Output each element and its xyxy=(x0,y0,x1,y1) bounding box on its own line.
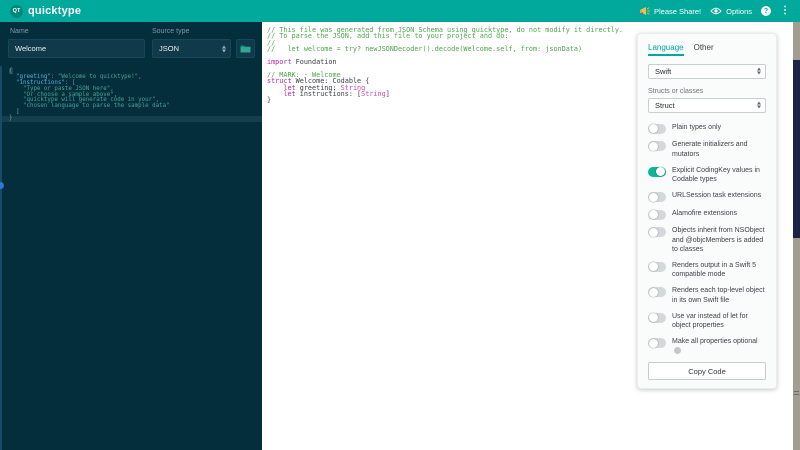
toggle-label: Explicit CodingKey values in Codable typ… xyxy=(672,166,760,184)
json-editor[interactable]: { "greeting": "Welcome to quicktype!", "… xyxy=(0,67,262,450)
toggle-row[interactable]: URLSession task extensions xyxy=(648,191,766,203)
toggle-label: Alamofire extensions xyxy=(672,209,737,217)
toggle-knob xyxy=(649,287,658,297)
page-scrollbar[interactable] xyxy=(793,22,800,450)
toggle-row[interactable]: Explicit CodingKey values in Codable typ… xyxy=(648,166,766,185)
toggle-row[interactable]: Generate initializers and mutators xyxy=(648,140,766,159)
source-panel: Name Source type JSON { "greeting": "Wel… xyxy=(0,22,262,450)
copy-code-button[interactable]: Copy Code xyxy=(648,362,766,380)
megaphone-icon xyxy=(640,7,650,16)
toggle-knob xyxy=(649,210,658,220)
name-label: Name xyxy=(10,28,29,35)
json-line: } xyxy=(0,115,262,123)
share-label: Please Share! xyxy=(654,6,702,16)
toggle-row[interactable]: Plain types only xyxy=(648,123,766,134)
toggle-label: Objects inherit from NSObject and @objcM… xyxy=(672,227,765,254)
language-value: Swift xyxy=(655,66,672,76)
scrollbar-thumb[interactable] xyxy=(793,60,800,238)
toggle-label: Generate initializers and mutators xyxy=(672,141,748,158)
toggle-row[interactable]: Make all properties optional xyxy=(648,337,766,356)
eye-icon xyxy=(710,7,722,15)
toggle-knob xyxy=(649,227,658,237)
toggle-knob xyxy=(649,124,658,134)
name-field[interactable] xyxy=(8,39,145,58)
toggle-label: Renders each top-level object in its own… xyxy=(672,287,765,304)
toggle-switch[interactable] xyxy=(648,192,666,203)
toggle-switch[interactable] xyxy=(648,227,666,238)
toggle-row[interactable]: Renders output in a Swift 5 compatible m… xyxy=(648,261,766,280)
code-token: instructions: [ xyxy=(295,89,362,98)
toggle-switch[interactable] xyxy=(648,209,666,220)
source-type-label: Source type xyxy=(152,28,190,35)
toggle-switch[interactable] xyxy=(648,123,666,134)
scrollbar-tick xyxy=(794,394,799,395)
toggle-knob xyxy=(649,313,658,323)
toggle-switch[interactable] xyxy=(648,287,666,298)
code-token: String xyxy=(361,89,386,98)
folder-icon xyxy=(240,45,251,53)
toggle-label: Make all properties optional xyxy=(672,337,766,356)
toggle-row[interactable]: Alamofire extensions xyxy=(648,209,766,220)
option-toggle-list: Plain types only Generate initializers an… xyxy=(648,123,766,363)
toggle-switch[interactable] xyxy=(648,166,666,177)
toggle-switch[interactable] xyxy=(648,312,666,323)
header-bar: QT quicktype Please Share! Options ? ⋮ xyxy=(0,0,800,22)
toggle-knob xyxy=(649,262,658,272)
code-token: "chosen language to parse the sample dat… xyxy=(22,103,170,110)
options-label: Options xyxy=(726,6,752,16)
toggle-row[interactable]: Renders each top-level object in its own… xyxy=(648,286,766,305)
toggle-label: Use var instead of let for object proper… xyxy=(672,312,748,330)
toggle-switch[interactable] xyxy=(648,338,666,349)
code-token: } xyxy=(267,96,272,105)
options-tabs: Language Other xyxy=(648,43,766,56)
header-actions: Please Share! Options ? ⋮ xyxy=(639,6,790,16)
open-file-button[interactable] xyxy=(236,39,255,58)
source-type-value: JSON xyxy=(159,44,180,53)
toggle-knob xyxy=(649,192,658,202)
toggle-row[interactable]: Use var instead of let for object proper… xyxy=(648,312,766,331)
code-token: Foundation xyxy=(291,57,337,66)
source-type-select[interactable]: JSON xyxy=(152,39,231,58)
info-icon[interactable] xyxy=(674,346,681,354)
tab-other[interactable]: Other xyxy=(694,43,714,56)
toggle-knob xyxy=(649,141,658,151)
app-title: quicktype xyxy=(28,5,82,17)
toggle-label: Renders output in a Swift 5 compatible m… xyxy=(672,261,757,279)
options-button[interactable]: Options xyxy=(710,7,752,16)
code-token: // To parse the JSON, add this file to y… xyxy=(267,32,509,41)
quicktype-logo-icon[interactable]: QT xyxy=(10,4,23,18)
code-token: ] xyxy=(385,89,390,98)
code-token: let xyxy=(283,89,296,98)
code-token: } xyxy=(9,115,13,122)
structs-or-classes-label: Structs or classes xyxy=(648,87,704,95)
select-arrows-icon xyxy=(757,67,761,75)
code-token: // let welcome = try? newJSONDecoder().d… xyxy=(267,45,583,54)
toggle-label: URLSession task extensions xyxy=(672,192,762,200)
scrollbar-tick xyxy=(794,391,799,392)
editor-edge-strip xyxy=(0,66,2,450)
logo-text: QT xyxy=(12,8,21,14)
toggle-knob xyxy=(656,167,665,177)
structs-value: Struct xyxy=(655,100,675,110)
help-button[interactable]: ? xyxy=(761,6,771,16)
tab-language[interactable]: Language xyxy=(648,43,684,56)
select-arrows-icon xyxy=(757,101,761,109)
toggle-row[interactable]: Objects inherit from NSObject and @objcM… xyxy=(648,226,766,254)
select-arrows-icon xyxy=(222,45,226,52)
options-card: Language Other Swift Structs or classes … xyxy=(637,33,777,389)
help-label: ? xyxy=(763,7,769,15)
toggle-switch[interactable] xyxy=(648,141,666,152)
language-select[interactable]: Swift xyxy=(648,64,766,79)
share-button[interactable]: Please Share! xyxy=(639,6,701,16)
structs-select[interactable]: Struct xyxy=(648,97,766,113)
overflow-menu-button[interactable]: ⋮ xyxy=(780,6,790,16)
toggle-knob xyxy=(649,338,658,348)
toggle-switch[interactable] xyxy=(648,261,666,272)
toggle-label: Plain types only xyxy=(672,123,722,131)
code-token: , xyxy=(138,73,142,80)
quicktype-app: QT quicktype Please Share! Options ? ⋮ N… xyxy=(0,0,800,450)
